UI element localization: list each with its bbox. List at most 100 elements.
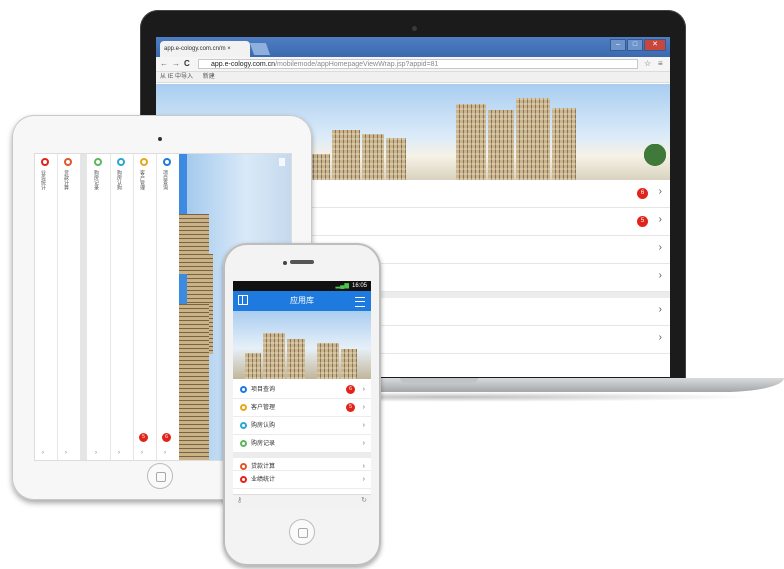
count-badge: 6 — [346, 385, 355, 394]
browser-title-bar: app.e-cology.com.cn/m × – □ ✕ — [156, 37, 670, 57]
chevron-right-icon: › — [658, 270, 662, 281]
signal-icon: ▂▄▆ — [335, 283, 349, 289]
reload-icon[interactable]: C — [184, 59, 190, 68]
circle-icon — [117, 158, 125, 166]
menu-icon[interactable] — [279, 158, 285, 166]
new-tab-button[interactable] — [249, 43, 271, 55]
list-item-label: 购房认购 — [251, 423, 276, 429]
laptop-camera — [412, 26, 417, 31]
tablet-item-label: 客户管理 — [139, 170, 145, 190]
chevron-icon: › — [141, 450, 143, 456]
hamburger-menu-icon[interactable] — [355, 297, 365, 307]
circle-icon — [41, 158, 49, 166]
circle-icon — [240, 476, 247, 483]
tablet-item-label: 项目查询 — [162, 170, 168, 190]
count-badge: 5 — [346, 403, 355, 412]
count-badge: 5 — [139, 433, 148, 442]
home-button[interactable] — [289, 519, 315, 545]
list-item-label: 贷款计算 — [251, 464, 276, 470]
circle-icon — [240, 440, 247, 447]
count-badge: 6 — [637, 188, 648, 199]
section-divider — [81, 154, 87, 460]
phone-screen: ▂▄▆ 16:05 应用库 项目查询 6 › 客户管理 5 › 购房认购 › 购… — [233, 281, 371, 507]
chevron-icon: › — [118, 450, 120, 456]
circle-icon — [240, 422, 247, 429]
tablet-item-label: 购房记录 — [93, 170, 99, 190]
tablet-item-label: 购房认购 — [116, 170, 122, 190]
tablet-list-item[interactable]: 贷款计算 › — [58, 154, 81, 460]
browser-tab-title: app.e-cology.com.cn/m × — [164, 46, 231, 52]
circle-icon — [240, 463, 247, 470]
list-item-purchase-subscription[interactable]: 购房认购 › — [233, 417, 371, 435]
circle-icon — [240, 386, 247, 393]
status-time: 16:05 — [351, 283, 367, 289]
menu-icon[interactable]: ≡ — [658, 59, 663, 68]
key-icon[interactable]: ⚷ — [237, 496, 242, 504]
page-title: 应用库 — [290, 296, 314, 305]
list-item-label: 购房记录 — [251, 441, 276, 447]
list-item-customer-management[interactable]: 客户管理 5 › — [233, 399, 371, 417]
count-badge: 5 — [637, 216, 648, 227]
chevron-right-icon: › — [362, 476, 365, 483]
chevron-right-icon: › — [362, 404, 365, 411]
list-item-purchase-records[interactable]: 购房记录 › — [233, 435, 371, 453]
url-input[interactable]: app.e-cology.com.cn/mobilemode/appHomepa… — [198, 59, 638, 69]
phone-speaker — [290, 260, 314, 264]
tablet-item-label: 业务统计 — [40, 170, 46, 190]
chevron-right-icon: › — [362, 422, 365, 429]
status-bar: ▂▄▆ 16:05 — [233, 281, 371, 291]
chevron-right-icon: › — [658, 332, 662, 343]
chevron-icon: › — [164, 450, 166, 456]
chevron-icon: › — [65, 450, 67, 456]
list-item-label: 业绩统计 — [251, 477, 276, 483]
forward-icon[interactable]: → — [172, 59, 180, 68]
list-item-label: 项目查询 — [251, 387, 276, 393]
window-controls: – □ ✕ — [610, 39, 666, 51]
bookmark-new[interactable]: 新建 — [203, 74, 215, 80]
app-header: 应用库 — [233, 291, 371, 311]
list-item-project-query[interactable]: 项目查询 6 › — [233, 381, 371, 399]
tablet-camera — [158, 137, 162, 141]
browser-bottom-bar: ⚷ ↻ — [233, 494, 371, 507]
list-item-loan-calculator[interactable]: 贷款计算 › — [233, 453, 371, 471]
chevron-right-icon: › — [658, 242, 662, 253]
chevron-right-icon: › — [362, 440, 365, 447]
home-button[interactable] — [147, 463, 173, 489]
bookmarks-bar: 从 IE 中导入 新建 — [156, 72, 670, 83]
url-host: app.e-cology.com.cn — [211, 61, 276, 68]
url-path: /mobilemode/appHomepageViewWrap.jsp?appi… — [275, 61, 439, 68]
circle-icon — [163, 158, 171, 166]
tablet-list-item[interactable]: 购房认购 › — [111, 154, 134, 460]
chevron-right-icon: › — [658, 304, 662, 315]
tablet-list-item[interactable]: 客户管理 5 › — [134, 154, 157, 460]
circle-icon — [94, 158, 102, 166]
circle-icon — [240, 404, 247, 411]
phone-camera — [283, 261, 287, 265]
chevron-icon: › — [42, 450, 44, 456]
list-item-performance-stats[interactable]: 业绩统计 › — [233, 471, 371, 489]
address-toolbar: ← → C app.e-cology.com.cn/mobilemode/app… — [156, 57, 670, 72]
circle-icon — [140, 158, 148, 166]
chevron-right-icon: › — [658, 214, 662, 225]
bookmark-star-icon[interactable]: ☆ — [644, 59, 651, 68]
phone-device: ▂▄▆ 16:05 应用库 项目查询 6 › 客户管理 5 › 购房认购 › 购… — [223, 243, 381, 566]
circle-icon — [64, 158, 72, 166]
building-banner-image — [233, 311, 371, 379]
minimize-button[interactable]: – — [610, 39, 626, 51]
chevron-right-icon: › — [658, 186, 662, 197]
tablet-list-item[interactable]: 项目查询 6 › — [157, 154, 180, 460]
browser-tab[interactable]: app.e-cology.com.cn/m × — [160, 41, 250, 57]
bookmark-import[interactable]: 从 IE 中导入 — [160, 74, 193, 80]
app-menu-list: 项目查询 6 › 客户管理 5 › 购房认购 › 购房记录 › 贷款计算 › 业… — [233, 381, 371, 489]
close-window-button[interactable]: ✕ — [644, 39, 666, 51]
back-icon[interactable]: ← — [160, 59, 168, 68]
tablet-item-label: 贷款计算 — [63, 170, 69, 190]
laptop-notch — [400, 378, 478, 383]
tablet-list-item[interactable]: 业务统计 › — [35, 154, 58, 460]
list-item-label: 客户管理 — [251, 405, 276, 411]
maximize-button[interactable]: □ — [627, 39, 643, 51]
tablet-list-item[interactable]: 购房记录 › — [88, 154, 111, 460]
count-badge: 6 — [162, 433, 171, 442]
chevron-icon: › — [95, 450, 97, 456]
refresh-icon[interactable]: ↻ — [361, 496, 367, 504]
